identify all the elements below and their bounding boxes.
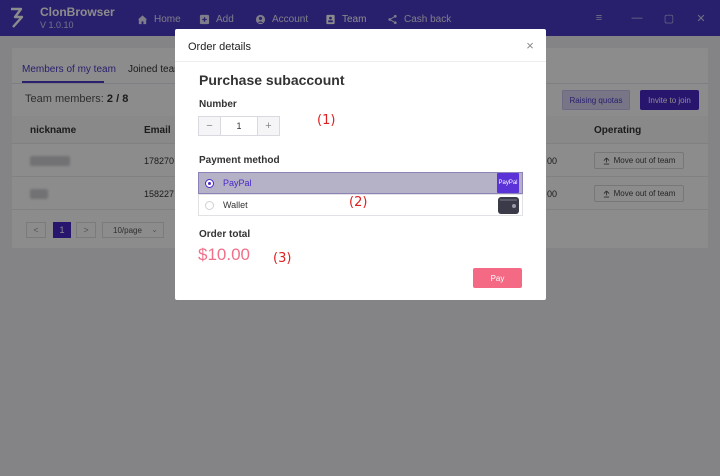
annotation-2: (2) bbox=[349, 195, 368, 210]
paypal-logo-icon: PayPal bbox=[497, 173, 519, 193]
annotation-1: (1) bbox=[317, 113, 336, 128]
radio-unchecked-icon bbox=[205, 201, 214, 210]
close-icon[interactable]: × bbox=[523, 38, 537, 53]
modal-header: Order details × bbox=[175, 29, 546, 62]
purchase-title: Purchase subaccount bbox=[199, 72, 345, 88]
wallet-label: Wallet bbox=[223, 200, 248, 210]
wallet-icon bbox=[498, 197, 519, 214]
annotation-3: (3) bbox=[273, 251, 292, 266]
order-details-modal: Order details × Purchase subaccount Numb… bbox=[175, 29, 546, 300]
increment-button[interactable]: + bbox=[258, 117, 279, 135]
quantity-input[interactable]: 1 bbox=[220, 117, 258, 135]
paypal-label: PayPal bbox=[223, 178, 252, 188]
order-total-value: $10.00 bbox=[198, 245, 250, 264]
order-total-label: Order total bbox=[199, 229, 251, 240]
modal-title: Order details bbox=[188, 41, 251, 53]
payment-option-paypal[interactable]: PayPal PayPal bbox=[198, 172, 523, 194]
decrement-button[interactable]: − bbox=[199, 117, 220, 135]
pay-button[interactable]: Pay bbox=[473, 268, 522, 288]
payment-method-label: Payment method bbox=[199, 155, 280, 166]
radio-checked-icon bbox=[205, 179, 214, 188]
number-label: Number bbox=[199, 99, 237, 110]
quantity-stepper[interactable]: − 1 + bbox=[198, 116, 280, 136]
